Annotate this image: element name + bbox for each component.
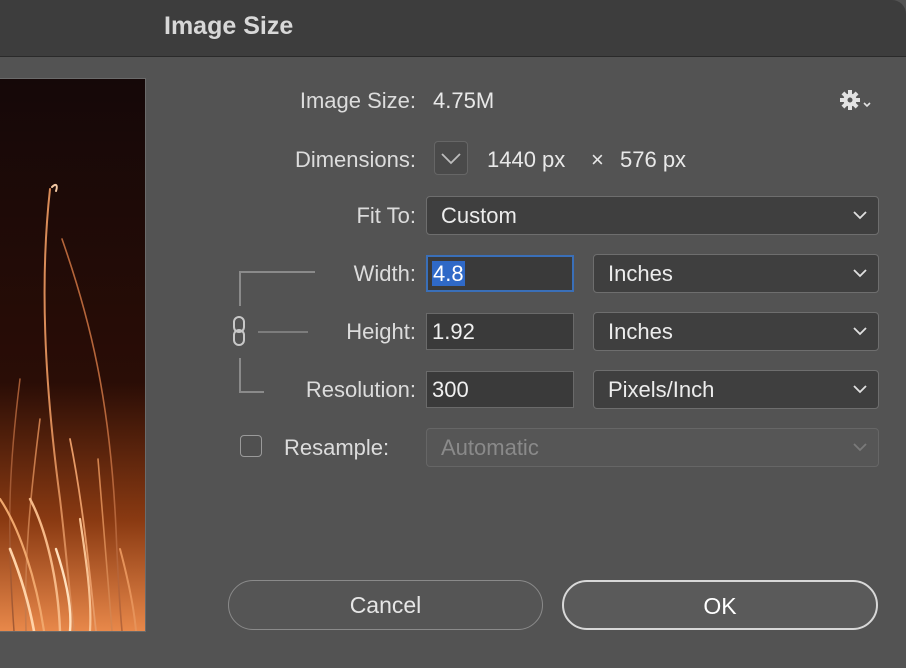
resolution-value: 300 <box>432 377 469 402</box>
image-preview[interactable] <box>0 78 146 632</box>
height-unit-select[interactable]: Inches <box>593 312 879 351</box>
height-unit-value: Inches <box>608 319 673 344</box>
title-bar: Image Size <box>0 0 906 57</box>
width-input[interactable]: 4.8 <box>426 255 574 292</box>
image-size-label: Image Size: <box>299 88 416 113</box>
width-label: Width: <box>353 261 416 286</box>
resample-label: Resample: <box>284 435 390 460</box>
dimensions-times: × <box>591 147 604 172</box>
dimensions-units-button[interactable] <box>434 141 468 175</box>
settings-gear-button[interactable] <box>838 86 874 114</box>
resolution-unit-value: Pixels/Inch <box>608 377 715 402</box>
fit-to-label: Fit To: <box>356 203 416 228</box>
resolution-label: Resolution: <box>305 377 416 402</box>
dimensions-width-px: 1440 px <box>487 147 566 172</box>
constrain-proportions-toggle[interactable] <box>230 313 252 351</box>
height-value: 1.92 <box>432 319 475 344</box>
resolution-input[interactable]: 300 <box>426 371 574 408</box>
resample-checkbox[interactable] <box>240 435 262 457</box>
ok-button[interactable]: OK <box>562 580 878 630</box>
chevron-down-icon <box>853 269 867 278</box>
chevron-down-icon <box>853 327 867 336</box>
height-input[interactable]: 1.92 <box>426 313 574 350</box>
fit-to-select[interactable]: Custom <box>426 196 879 235</box>
fit-to-value: Custom <box>441 203 517 228</box>
resample-method-value: Automatic <box>441 435 539 460</box>
chevron-down-icon <box>853 385 867 394</box>
dialog-title: Image Size <box>164 12 294 40</box>
chevron-down-icon <box>853 211 867 220</box>
dimensions-height-px: 576 px <box>620 147 687 172</box>
dimensions-label: Dimensions: <box>294 147 416 172</box>
height-label: Height: <box>346 319 416 344</box>
image-size-value: 4.75M <box>433 88 495 113</box>
resolution-unit-select[interactable]: Pixels/Inch <box>593 370 879 409</box>
resample-method-select[interactable]: Automatic <box>426 428 879 467</box>
width-value: 4.8 <box>432 261 465 286</box>
chevron-down-icon <box>441 153 461 165</box>
chain-link-icon <box>233 316 245 346</box>
cancel-button[interactable]: Cancel <box>228 580 543 630</box>
gear-icon <box>840 90 871 110</box>
width-unit-value: Inches <box>608 261 673 286</box>
width-unit-select[interactable]: Inches <box>593 254 879 293</box>
chevron-down-icon <box>853 443 867 452</box>
fire-preview-image <box>0 79 145 631</box>
